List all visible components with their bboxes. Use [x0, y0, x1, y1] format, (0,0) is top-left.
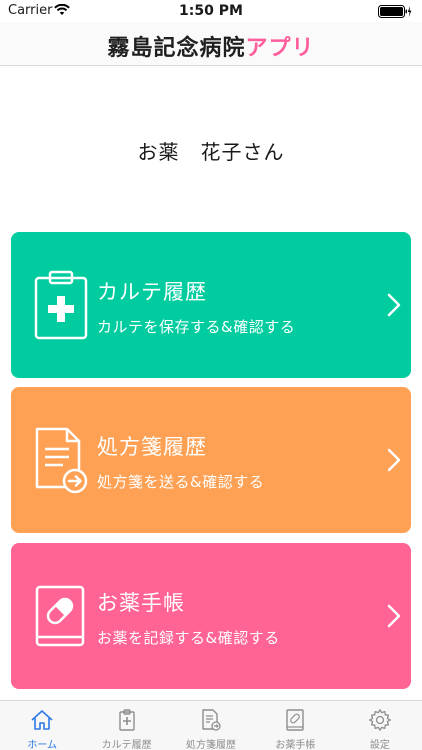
tab-label: カルテ履歴	[101, 740, 152, 750]
user-greeting: お薬 花子さん	[137, 140, 285, 164]
card-title: カルテ履歴	[97, 280, 207, 304]
tab-chart-history[interactable]: カルテ履歴	[84, 701, 168, 750]
medicine-book-icon	[286, 709, 305, 731]
card-subtitle: お薬を記録する&確認する	[97, 629, 280, 647]
medicine-notebook-card[interactable]: お薬手帳 お薬を記録する&確認する	[11, 543, 411, 689]
gear-icon	[368, 709, 391, 731]
card-subtitle: カルテを保存する&確認する	[97, 318, 296, 336]
card-title: 処方箋履歴	[97, 435, 207, 459]
navigation-bar: 霧島記念病院アプリ	[0, 22, 422, 66]
card-subtitle: 処方箋を送る&確認する	[97, 473, 265, 491]
app-title-accent: アプリ	[245, 36, 315, 61]
document-arrow-icon	[202, 709, 221, 731]
home-icon	[31, 710, 53, 730]
battery-icon	[378, 5, 412, 18]
prescription-history-card[interactable]: 処方箋履歴 処方箋を送る&確認する	[11, 387, 411, 533]
tab-settings[interactable]: 設定	[338, 701, 422, 750]
medicine-book-icon	[35, 585, 85, 647]
app-title: 霧島記念病院アプリ	[0, 30, 422, 62]
tab-label: お薬手帳	[275, 740, 316, 750]
card-title: お薬手帳	[97, 591, 185, 615]
tab-prescription-history[interactable]: 処方箋履歴	[169, 701, 253, 750]
chevron-right-icon	[387, 604, 401, 628]
app-title-main: 霧島記念病院	[107, 36, 246, 61]
chart-history-card[interactable]: カルテ履歴 カルテを保存する&確認する	[11, 232, 411, 378]
tab-bar: ホーム カルテ履歴 処方箋履歴 お薬手帳 設定	[0, 700, 422, 750]
clipboard-plus-icon	[34, 270, 88, 340]
status-bar: Carrier 1:50 PM	[0, 0, 422, 22]
tab-label: 処方箋履歴	[186, 740, 237, 750]
tab-medicine-notebook[interactable]: お薬手帳	[253, 701, 337, 750]
tab-label: 設定	[369, 740, 390, 750]
clipboard-plus-icon	[118, 709, 135, 731]
document-arrow-icon	[35, 427, 88, 494]
chevron-right-icon	[387, 293, 401, 317]
chevron-right-icon	[387, 448, 401, 472]
tab-label: ホーム	[27, 740, 58, 750]
tab-home[interactable]: ホーム	[0, 701, 84, 750]
status-time: 1:50 PM	[179, 3, 243, 19]
